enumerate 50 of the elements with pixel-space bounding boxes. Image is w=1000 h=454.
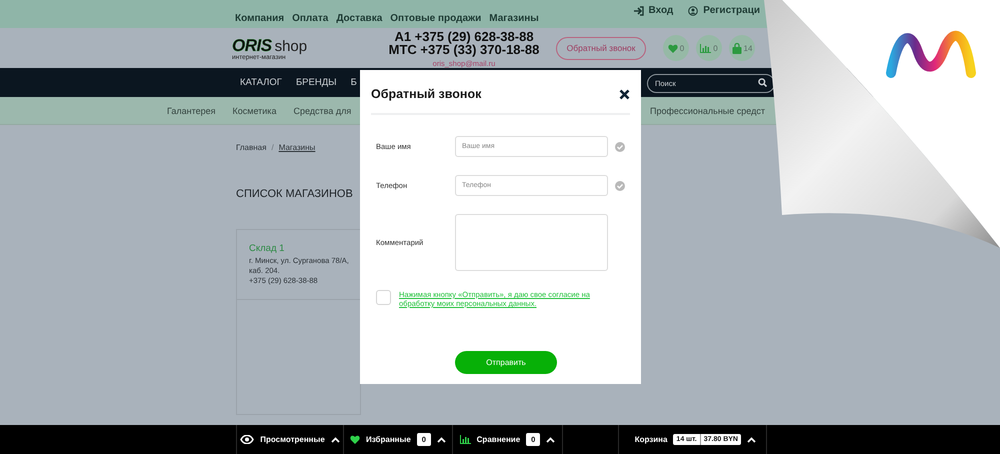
category-link[interactable]: Профессиональные средст	[650, 106, 765, 116]
bag-icon	[732, 42, 742, 54]
close-icon[interactable]	[619, 88, 630, 100]
category-link[interactable]: Средства для	[293, 106, 352, 116]
nav-menu-item[interactable]: БРЕНДЫ	[296, 77, 337, 88]
logo-text[interactable]: shop	[274, 38, 308, 54]
caret-up-icon[interactable]	[436, 436, 446, 442]
caret-up-icon[interactable]	[546, 436, 556, 442]
top-menu-link[interactable]: Компания	[235, 13, 284, 24]
register-link[interactable]: Регистраци	[703, 5, 760, 16]
category-link[interactable]: Косметика	[232, 106, 276, 116]
panel-label: Сравнение	[476, 435, 520, 444]
top-menu-link[interactable]: Оплата	[292, 13, 328, 24]
bar-chart-icon	[700, 44, 712, 52]
breadcrumb-link[interactable]: Магазины	[278, 143, 316, 152]
page-title: СПИСОК МАГАЗИНОВ	[236, 188, 354, 200]
panel-label: Просмотренные	[260, 435, 325, 444]
user-icon	[688, 6, 698, 16]
comment-field[interactable]	[455, 214, 608, 271]
check-circle-icon	[615, 180, 625, 190]
panel-label: Корзина	[634, 435, 668, 444]
viewed-panel-button[interactable]: Просмотренные	[236, 425, 343, 454]
check-circle-icon	[615, 142, 625, 152]
nav-menu-item[interactable]: Б	[350, 77, 357, 88]
breadcrumb-separator: /	[271, 143, 274, 152]
callback-button[interactable]: Обратный звонок	[556, 36, 646, 60]
top-menu-link[interactable]: Доставка	[336, 13, 382, 24]
logo-text[interactable]: ORIS	[232, 36, 272, 56]
nav-menu-item[interactable]: КАТАЛОГ	[240, 77, 282, 88]
consent-checkbox[interactable]	[376, 290, 391, 305]
breadcrumb-link[interactable]: Главная	[236, 143, 266, 152]
eye-icon	[240, 435, 254, 444]
phone-number: A1 +375 (29) 628-38-88	[394, 30, 534, 43]
login-icon	[632, 6, 644, 16]
top-menu-link[interactable]: Магазины	[489, 13, 539, 24]
login-link[interactable]: Вход	[648, 5, 674, 16]
heart-icon	[350, 435, 360, 444]
logo-icon	[886, 30, 976, 78]
phone-number: МТС +375 (33) 370-18-88	[388, 43, 540, 56]
submit-button[interactable]: Отправить	[455, 351, 557, 374]
caret-up-icon[interactable]	[747, 436, 756, 442]
bar-chart-icon	[460, 435, 471, 444]
top-menu-link[interactable]: Оптовые продажи	[390, 13, 482, 24]
caret-up-icon[interactable]	[330, 436, 340, 442]
dialog-title: Обратный звонок	[371, 87, 482, 101]
category-link[interactable]: Галантерея	[167, 106, 216, 116]
store-name: Склад 1	[249, 243, 286, 254]
panel-label: Избранные	[366, 435, 411, 444]
search-icon	[758, 78, 767, 87]
heart-icon	[668, 44, 678, 52]
